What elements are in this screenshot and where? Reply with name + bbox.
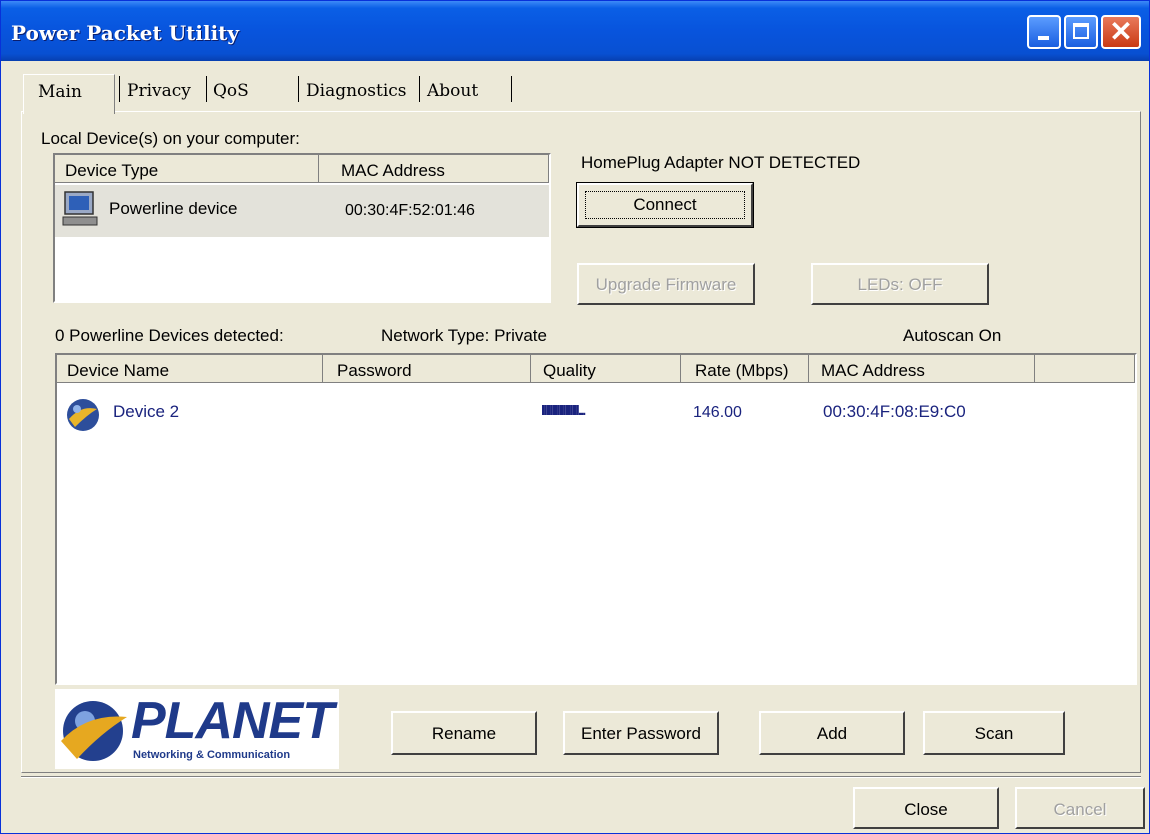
maximize-button[interactable] <box>1064 15 1098 49</box>
maximize-icon <box>1073 23 1089 39</box>
adapter-status: HomePlug Adapter NOT DETECTED <box>581 153 861 172</box>
tab-separator <box>511 76 512 102</box>
close-icon: ✕ <box>1109 16 1133 47</box>
column-header-mac-address[interactable]: MAC Address <box>319 155 549 183</box>
planet-logo: PLANET Networking & Communication <box>55 689 339 769</box>
tab-separator <box>119 76 120 102</box>
tab-qos[interactable]: QoS <box>213 74 273 110</box>
planet-device-icon <box>67 399 99 431</box>
local-device-mac: 00:30:4F:52:01:46 <box>345 202 475 219</box>
local-device-type: Powerline device <box>109 199 238 218</box>
column-header-quality[interactable]: Quality <box>531 355 681 383</box>
close-window-button[interactable]: ✕ <box>1101 15 1141 49</box>
close-button[interactable]: Close <box>853 787 999 829</box>
local-devices-list[interactable]: Device Type MAC Address Powerline device… <box>53 153 551 303</box>
devices-detected-count: 0 Powerline Devices detected: <box>55 326 284 345</box>
autoscan-status: Autoscan On <box>903 326 1002 345</box>
logo-tagline: Networking & Communication <box>133 749 291 761</box>
window-title: Power Packet Utility <box>11 21 240 45</box>
column-header-device-type[interactable]: Device Type <box>55 155 319 183</box>
app-window: Power Packet Utility ✕ Main Privacy QoS … <box>0 0 1150 834</box>
leds-toggle-button[interactable]: LEDs: OFF <box>811 263 989 305</box>
column-header-device-name[interactable]: Device Name <box>57 355 323 383</box>
focus-ring <box>585 191 745 219</box>
network-type: Network Type: Private <box>381 326 547 345</box>
scan-button[interactable]: Scan <box>923 711 1065 755</box>
tab-diagnostics[interactable]: Diagnostics <box>306 74 416 110</box>
upgrade-firmware-button[interactable]: Upgrade Firmware <box>577 263 755 305</box>
local-devices-heading: Local Device(s) on your computer: <box>41 129 300 148</box>
minimize-icon <box>1038 36 1049 40</box>
connect-button[interactable]: Connect <box>576 182 754 228</box>
device-mac: 00:30:4F:08:E9:C0 <box>823 402 966 421</box>
tab-separator <box>419 76 420 102</box>
local-device-row[interactable]: Powerline device 00:30:4F:52:01:46 <box>55 185 549 237</box>
column-header-password[interactable]: Password <box>323 355 531 383</box>
device-rate: 146.00 <box>693 404 742 421</box>
device-name: Device 2 <box>113 402 180 421</box>
tab-privacy[interactable]: Privacy <box>127 74 205 110</box>
tab-about[interactable]: About <box>427 74 502 110</box>
column-header-mac[interactable]: MAC Address <box>809 355 1035 383</box>
add-button[interactable]: Add <box>759 711 905 755</box>
tab-separator <box>298 76 299 102</box>
remote-devices-list[interactable]: Device Name Password Quality Rate (Mbps)… <box>55 353 1137 685</box>
computer-icon <box>62 191 98 226</box>
rename-button[interactable]: Rename <box>391 711 537 755</box>
column-header-rate[interactable]: Rate (Mbps) <box>681 355 809 383</box>
cancel-button[interactable]: Cancel <box>1015 787 1145 829</box>
table-row[interactable]: Device 2 IIIIIIIIIIIIIIIII... 146.00 00:… <box>57 391 1135 435</box>
planet-logo-icon <box>61 701 127 761</box>
column-header-empty <box>1035 355 1135 383</box>
enter-password-button[interactable]: Enter Password <box>563 711 719 755</box>
title-bar[interactable]: Power Packet Utility ✕ <box>1 1 1149 61</box>
tab-separator <box>206 76 207 102</box>
quality-bar: IIIIIIIIIIIIIIIII... <box>541 402 586 419</box>
minimize-button[interactable] <box>1027 15 1061 49</box>
footer-divider <box>21 776 1141 778</box>
tab-main[interactable]: Main <box>23 74 115 114</box>
logo-brand: PLANET <box>131 692 334 750</box>
